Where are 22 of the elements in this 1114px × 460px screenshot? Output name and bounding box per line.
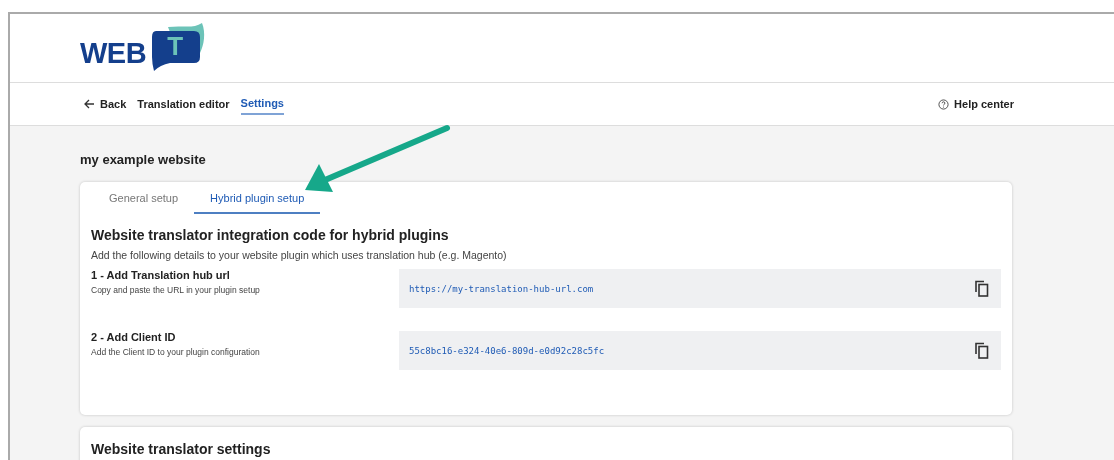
copy-icon bbox=[975, 280, 989, 297]
page-title: my example website bbox=[80, 152, 207, 167]
copy-button[interactable] bbox=[973, 340, 991, 361]
copy-icon bbox=[975, 342, 989, 359]
help-icon bbox=[938, 98, 950, 110]
tab[interactable]: General setup bbox=[93, 182, 195, 214]
section-title: Website translator settings bbox=[91, 441, 272, 457]
copy-button[interactable] bbox=[973, 278, 991, 299]
logo-wordmark: WEB bbox=[80, 36, 147, 70]
back-link[interactable]: Back bbox=[84, 94, 127, 114]
section-title: Website translator integration code for hybrid plugins bbox=[91, 227, 450, 243]
section-description: Add the following details to your website plugin which uses translation hub (e.g. Magento) bbox=[91, 249, 508, 261]
back-arrow-icon bbox=[84, 99, 95, 109]
nav-link[interactable]: Translation editor bbox=[137, 94, 230, 114]
help-center-link[interactable]: Help center bbox=[938, 94, 1014, 114]
code-value: 55c8bc16-e324-40e6-809d-e0d92c28c5fc bbox=[409, 345, 605, 356]
code-value: https://my-translation-hub-url.com bbox=[409, 283, 594, 294]
step-hint: Add the Client ID to your plugin configuration bbox=[91, 347, 261, 357]
step-title: 2 - Add Client ID bbox=[91, 331, 177, 343]
step-hint: Copy and paste the URL in your plugin setup bbox=[91, 285, 261, 295]
step-title: 1 - Add Translation hub url bbox=[91, 269, 231, 281]
nav-link[interactable]: Settings bbox=[240, 93, 284, 115]
